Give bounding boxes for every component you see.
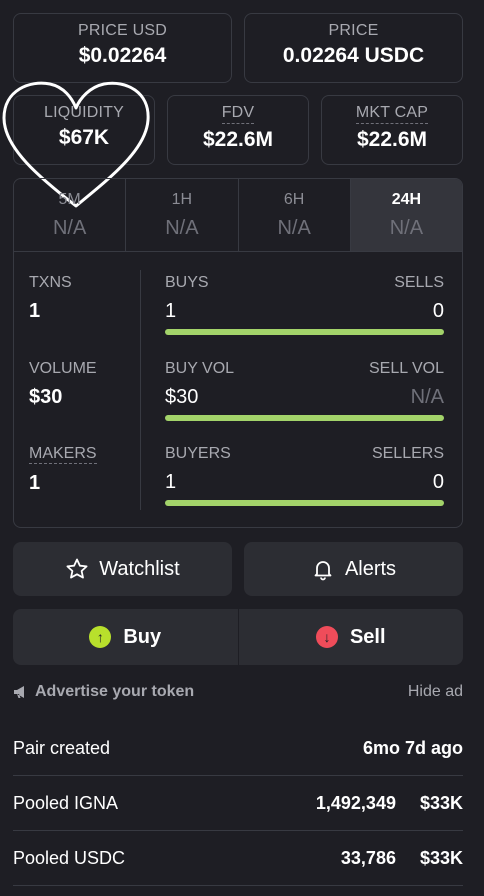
makers-label[interactable]: MAKERS	[29, 445, 97, 464]
sells-value: 0	[432, 300, 444, 322]
price-label: PRICE	[328, 22, 379, 39]
megaphone-icon	[14, 686, 24, 698]
advertise-row: Advertise your token Hide ad	[13, 680, 463, 704]
bell-icon	[314, 561, 332, 581]
pooled-usdc-row: Pooled USDC 33,786 $33K	[13, 831, 463, 886]
tab-1h[interactable]: 1H N/A	[126, 179, 239, 251]
price-card: PRICE 0.02264 USDC	[244, 13, 463, 83]
stats-body: TXNS 1 BUYS SELLS 1 0 VOLUME $30 BUY VOL…	[14, 252, 462, 527]
buys-value: 1	[165, 300, 177, 322]
volume-ratio-bar	[165, 415, 444, 421]
tab-24h-value: N/A	[389, 217, 424, 239]
fdv-value: $22.6M	[202, 128, 274, 151]
liquidity-card: LIQUIDITY $67K	[13, 95, 155, 165]
alerts-button[interactable]: Alerts	[244, 542, 463, 596]
watchlist-button[interactable]: Watchlist	[13, 542, 232, 596]
pooled-igna-row: Pooled IGNA 1,492,349 $33K	[13, 776, 463, 831]
tab-1h-value: N/A	[165, 217, 199, 239]
pair-created-value: 6mo 7d ago	[362, 737, 463, 758]
pooled-igna-amount: 1,492,349	[315, 792, 396, 813]
price-usd-card: PRICE USD $0.02264	[13, 13, 232, 83]
mkt-cap-label: MKT CAP	[355, 104, 429, 124]
star-icon	[66, 558, 88, 579]
tab-5m-value: N/A	[52, 217, 87, 239]
txns-label: TXNS	[29, 274, 72, 291]
buys-label: BUYS	[165, 274, 209, 291]
timeframe-tabs: 5M N/A 1H N/A 6H N/A 24H N/A	[14, 179, 462, 252]
makers-row: MAKERS 1 BUYERS SELLERS 1 0	[14, 445, 462, 515]
advertise-label: Advertise your token	[35, 683, 195, 700]
volume-label: VOLUME	[29, 360, 97, 377]
tab-6h-value: N/A	[277, 217, 311, 239]
pair-created-label: Pair created	[13, 737, 111, 758]
pooled-usdc-label: Pooled USDC	[13, 847, 126, 868]
pooled-igna-label: Pooled IGNA	[13, 792, 119, 813]
sell-vol-value: N/A	[410, 386, 444, 408]
tab-1h-label: 1H	[171, 191, 193, 208]
buy-vol-value: $30	[165, 386, 199, 408]
mkt-cap-card[interactable]: MKT CAP $22.6M	[321, 95, 463, 165]
mkt-cap-value: $22.6M	[356, 128, 428, 151]
makers-value: 1	[29, 472, 41, 494]
tab-24h-label: 24H	[391, 191, 422, 208]
buy-sell-bar: ↑ Buy ↓ Sell	[13, 609, 463, 665]
price-usd-label: PRICE USD	[78, 22, 167, 39]
price-value: 0.02264 USDC	[282, 44, 425, 67]
arrow-down-icon: ↓	[315, 626, 338, 648]
arrow-up-icon: ↑	[89, 626, 112, 648]
tab-5m-label: 5M	[58, 191, 81, 208]
sellers-label: SELLERS	[371, 445, 444, 462]
advertise-link[interactable]: Advertise your token	[13, 683, 194, 701]
watchlist-label: Watchlist	[99, 557, 180, 580]
tab-5m[interactable]: 5M N/A	[14, 179, 127, 251]
volume-row: VOLUME $30 BUY VOL SELL VOL $30 N/A	[14, 360, 462, 430]
sell-label: Sell	[349, 625, 386, 648]
pooled-igna-usd: $33K	[419, 792, 463, 813]
txns-value: 1	[29, 300, 41, 322]
buy-label: Buy	[123, 625, 162, 648]
sell-vol-label: SELL VOL	[368, 360, 444, 377]
pooled-usdc-usd: $33K	[419, 847, 463, 868]
liquidity-label: LIQUIDITY	[43, 104, 125, 121]
tab-24h[interactable]: 24H N/A	[350, 179, 462, 251]
sellers-value: 0	[432, 471, 444, 493]
volume-value: $30	[29, 386, 63, 408]
pooled-usdc-amount: 33,786	[340, 847, 396, 868]
alerts-label: Alerts	[344, 557, 397, 580]
price-usd-value: $0.02264	[78, 44, 167, 67]
buys-ratio-bar	[165, 329, 444, 335]
tab-6h[interactable]: 6H N/A	[239, 179, 351, 251]
tab-6h-label: 6H	[283, 191, 305, 208]
buyers-ratio-bar	[165, 500, 444, 506]
buyers-label: BUYERS	[165, 445, 231, 462]
buyers-value: 1	[165, 471, 177, 493]
stats-panel: 5M N/A 1H N/A 6H N/A 24H N/A TXNS 1 BUYS	[13, 178, 463, 528]
hide-ad-button[interactable]: Hide ad	[408, 683, 463, 701]
sell-button[interactable]: ↓ Sell	[239, 609, 464, 665]
buy-vol-label: BUY VOL	[165, 360, 235, 377]
pair-created-row: Pair created 6mo 7d ago	[13, 721, 463, 776]
buy-button[interactable]: ↑ Buy	[13, 609, 239, 665]
fdv-card[interactable]: FDV $22.6M	[167, 95, 309, 165]
sells-label: SELLS	[394, 274, 444, 291]
liquidity-value: $67K	[58, 126, 110, 149]
fdv-label: FDV	[221, 104, 255, 124]
txns-row: TXNS 1 BUYS SELLS 1 0	[14, 274, 462, 344]
